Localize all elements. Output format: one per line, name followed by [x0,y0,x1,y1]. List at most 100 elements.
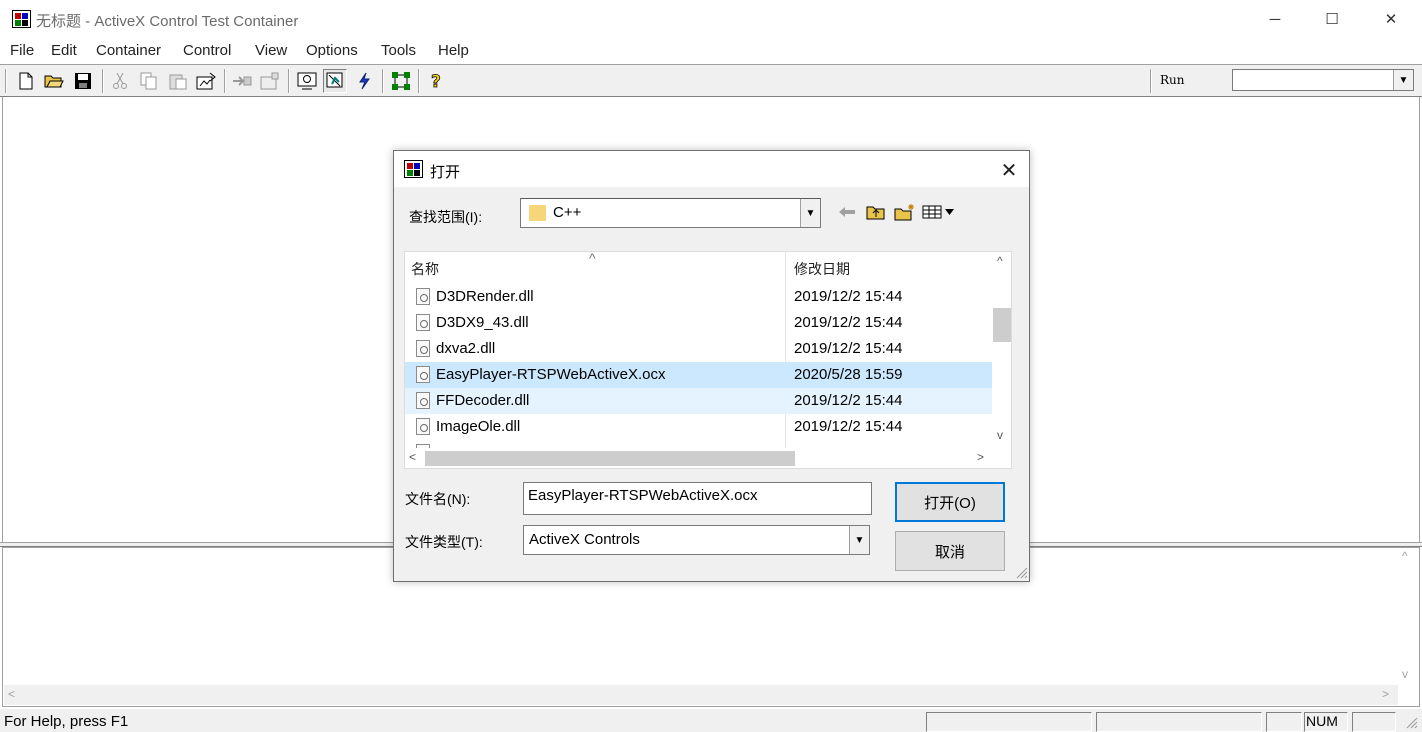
scrollbar-thumb[interactable] [993,308,1011,342]
status-panel [926,712,1092,732]
open-button[interactable]: 打开(O) [895,482,1005,522]
file-name: ImageOle.dll [436,418,521,435]
toolbar: ? Run ▼ [0,64,1422,97]
insert-control-icon[interactable] [194,69,218,93]
help-icon[interactable]: ? [425,69,449,93]
file-row[interactable]: dxva2.dll 2019/12/2 15:44 [405,336,992,362]
cancel-button[interactable]: 取消 [895,531,1005,571]
status-panel [1096,712,1262,732]
status-help-text: For Help, press F1 [4,713,129,730]
chevron-down-icon[interactable]: ▼ [1393,70,1413,90]
file-row-selected[interactable]: EasyPlayer-RTSPWebActiveX.ocx 2020/5/28 … [405,362,992,388]
resize-grip-icon[interactable] [1404,715,1418,729]
ocx-file-icon [416,366,430,383]
menu-tools[interactable]: Tools [381,42,416,59]
open-icon[interactable] [42,69,66,93]
folder-icon [529,205,546,221]
toolbar-separator [5,69,7,93]
file-name-input[interactable]: EasyPlayer-RTSPWebActiveX.ocx [523,482,872,515]
dll-file-icon [416,314,430,331]
view-menu-icon[interactable] [922,201,956,223]
resize-grip-icon[interactable] [1014,565,1028,579]
menu-options[interactable]: Options [306,42,358,59]
dialog-title: 打开 [430,164,461,181]
scroll-down-icon[interactable]: v [1402,667,1408,681]
invoke-methods-icon[interactable] [230,69,254,93]
menu-control[interactable]: Control [183,42,231,59]
save-icon[interactable] [71,69,95,93]
file-row-partial[interactable] [405,440,992,448]
open-file-dialog: 打开 ✕ 查找范围(I): C++ ▼ ^ 名称 修改日期 D3DRender.… [393,150,1030,582]
dll-file-icon [416,288,430,305]
run-combo[interactable]: ▼ [1232,69,1414,91]
file-name: D3DX9_43.dll [436,314,529,331]
status-bar: For Help, press F1 NUM [0,708,1422,732]
scroll-up-icon[interactable]: ^ [997,254,1003,268]
menu-file[interactable]: File [10,42,34,59]
file-list-vertical-scrollbar[interactable]: ^ v [993,252,1011,448]
menu-bar: File Edit Container Control View Options… [0,38,1422,64]
design-mode-icon[interactable] [295,69,319,93]
title-bar: 无标题 - ActiveX Control Test Container ─ ☐… [0,0,1422,38]
file-row[interactable]: D3DX9_43.dll 2019/12/2 15:44 [405,310,992,336]
properties-icon[interactable] [258,69,282,93]
file-row[interactable]: D3DRender.dll 2019/12/2 15:44 [405,284,992,310]
control-logging-icon[interactable] [389,69,413,93]
file-name: dxva2.dll [436,340,496,357]
close-button[interactable]: ✕ [1362,0,1420,38]
chevron-down-icon[interactable]: ▼ [849,526,869,554]
file-row[interactable]: ImageOle.dll 2019/12/2 15:44 [405,414,992,440]
file-type-label: 文件类型(T): [405,534,483,550]
minimize-icon: ─ [1269,10,1281,28]
file-list-horizontal-scrollbar[interactable]: < > [405,448,1011,468]
events-icon[interactable] [352,69,376,93]
dialog-close-button[interactable]: ✕ [992,155,1026,185]
dialog-app-icon [404,160,423,178]
menu-help[interactable]: Help [438,42,469,59]
dialog-title-bar: 打开 ✕ [394,151,1029,187]
new-icon[interactable] [14,69,38,93]
output-vertical-scrollbar[interactable]: ^ v [1398,549,1418,685]
file-name-label: 文件名(N): [405,491,471,507]
look-in-value: C++ [553,204,582,221]
toolbar-separator [288,69,290,93]
scroll-left-icon[interactable]: < [409,450,416,464]
dll-file-icon [416,418,430,435]
toolbar-separator [1150,69,1152,93]
file-list[interactable]: ^ 名称 修改日期 D3DRender.dll 2019/12/2 15:44 … [404,251,1012,469]
paste-icon[interactable] [166,69,190,93]
output-horizontal-scrollbar[interactable]: < > [4,685,1398,705]
file-name: FFDecoder.dll [436,392,530,409]
look-in-combo[interactable]: C++ ▼ [520,198,821,228]
maximize-button[interactable]: ☐ [1303,0,1361,38]
menu-edit[interactable]: Edit [51,42,77,59]
scrollbar-thumb[interactable] [425,451,795,466]
new-folder-icon[interactable] [893,201,917,223]
user-mode-icon[interactable] [323,69,347,93]
file-name: EasyPlayer-RTSPWebActiveX.ocx [436,366,666,383]
file-row-hover[interactable]: FFDecoder.dll 2019/12/2 15:44 [405,388,992,414]
back-icon[interactable] [835,201,859,223]
scroll-down-icon[interactable]: v [997,428,1003,442]
svg-text:?: ? [431,72,441,91]
maximize-icon: ☐ [1325,11,1339,28]
num-lock-indicator: NUM [1306,713,1338,729]
scroll-right-icon[interactable]: > [1382,687,1389,701]
cut-icon[interactable] [108,69,132,93]
scroll-right-icon[interactable]: > [977,450,984,464]
toolbar-separator [418,69,420,93]
menu-container[interactable]: Container [96,42,161,59]
scroll-up-icon[interactable]: ^ [1402,549,1408,563]
file-type-combo[interactable]: ActiveX Controls ▼ [523,525,870,555]
scroll-left-icon[interactable]: < [8,687,15,701]
app-icon [12,10,31,28]
window-title: 无标题 - ActiveX Control Test Container [36,13,299,30]
up-folder-icon[interactable] [864,201,888,223]
column-header-name[interactable]: 名称 [411,259,439,279]
minimize-button[interactable]: ─ [1246,0,1304,38]
column-header-date[interactable]: 修改日期 [794,259,850,279]
menu-view[interactable]: View [255,42,287,59]
copy-icon[interactable] [137,69,161,93]
file-date: 2019/12/2 15:44 [794,418,903,435]
chevron-down-icon[interactable]: ▼ [800,199,820,227]
